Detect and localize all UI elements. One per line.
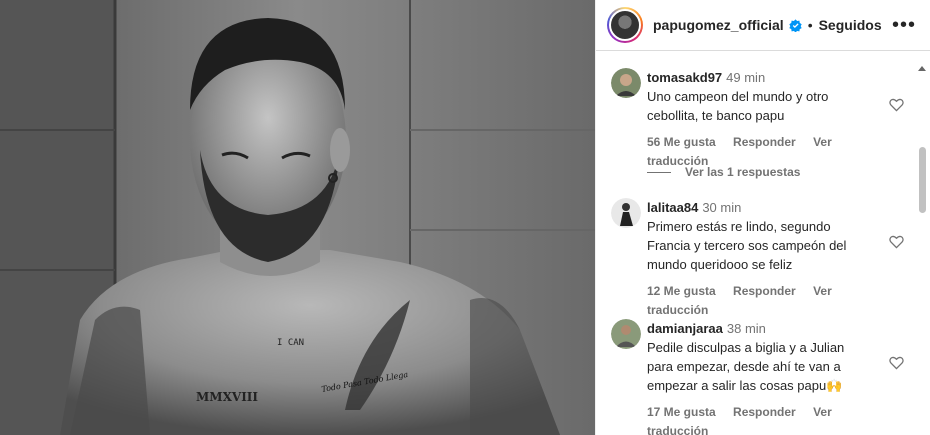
comment-text: Pedile disculpas a biglia y a Julian par…: [647, 340, 845, 393]
commenter-avatar[interactable]: [611, 319, 641, 349]
post-photo[interactable]: I CAN MMXVIII Todo Pasa Todo Llega: [0, 0, 595, 435]
view-replies-link[interactable]: Ver las 1 respuestas: [647, 165, 800, 179]
author-avatar[interactable]: [607, 7, 643, 43]
reply-button[interactable]: Responder: [733, 405, 796, 419]
comment-username[interactable]: tomasakd97: [647, 70, 722, 85]
separator-dot: •: [807, 17, 813, 33]
like-heart-icon[interactable]: [889, 356, 904, 370]
comment-username[interactable]: lalitaa84: [647, 200, 698, 215]
comment-likes[interactable]: 12 Me gusta: [647, 284, 716, 298]
post-dialog: I CAN MMXVIII Todo Pasa Todo Llega papug…: [0, 0, 930, 435]
scroll-up-arrow-icon[interactable]: [918, 66, 926, 71]
comment-likes[interactable]: 17 Me gusta: [647, 405, 716, 419]
scrollbar-thumb[interactable]: [919, 147, 926, 213]
view-replies-label: Ver las 1 respuestas: [685, 165, 801, 179]
comment-time[interactable]: 38 min: [727, 321, 766, 336]
like-heart-icon[interactable]: [889, 98, 904, 112]
post-header: papugomez_official • Seguidos •••: [596, 0, 930, 51]
commenter-avatar[interactable]: [611, 198, 641, 228]
comment-time[interactable]: 30 min: [702, 200, 741, 215]
chest-tattoo: I CAN: [277, 338, 304, 348]
replies-line: [647, 171, 671, 173]
stomach-tattoo: MMXVIII: [196, 390, 258, 404]
verified-badge-icon: [789, 18, 802, 32]
comment-item: lalitaa84 30 min Primero estás re lindo, …: [611, 198, 910, 320]
comments-panel: papugomez_official • Seguidos ••• tomasa…: [595, 0, 930, 435]
more-options-icon[interactable]: •••: [892, 15, 916, 35]
following-button[interactable]: Seguidos: [819, 17, 882, 33]
comment-text: Uno campeon del mundo y otro cebollita, …: [647, 89, 829, 123]
comment-likes[interactable]: 56 Me gusta: [647, 135, 716, 149]
commenter-avatar[interactable]: [611, 68, 641, 98]
comment-username[interactable]: damianjaraa: [647, 321, 723, 336]
comment-text: Primero estás re lindo, segundo Francia …: [647, 219, 847, 272]
photo-image: I CAN MMXVIII Todo Pasa Todo Llega: [0, 0, 595, 435]
reply-button[interactable]: Responder: [733, 135, 796, 149]
comment-time[interactable]: 49 min: [726, 70, 765, 85]
like-heart-icon[interactable]: [889, 235, 904, 249]
comment-item: damianjaraa 38 min Pedile disculpas a big…: [611, 319, 910, 435]
reply-button[interactable]: Responder: [733, 284, 796, 298]
comments-scrollbar[interactable]: [917, 52, 927, 435]
comment-item: tomasakd97 49 min Uno campeon del mundo y…: [611, 68, 910, 171]
comment-list: tomasakd97 49 min Uno campeon del mundo y…: [596, 52, 930, 435]
author-username[interactable]: papugomez_official: [653, 17, 784, 33]
